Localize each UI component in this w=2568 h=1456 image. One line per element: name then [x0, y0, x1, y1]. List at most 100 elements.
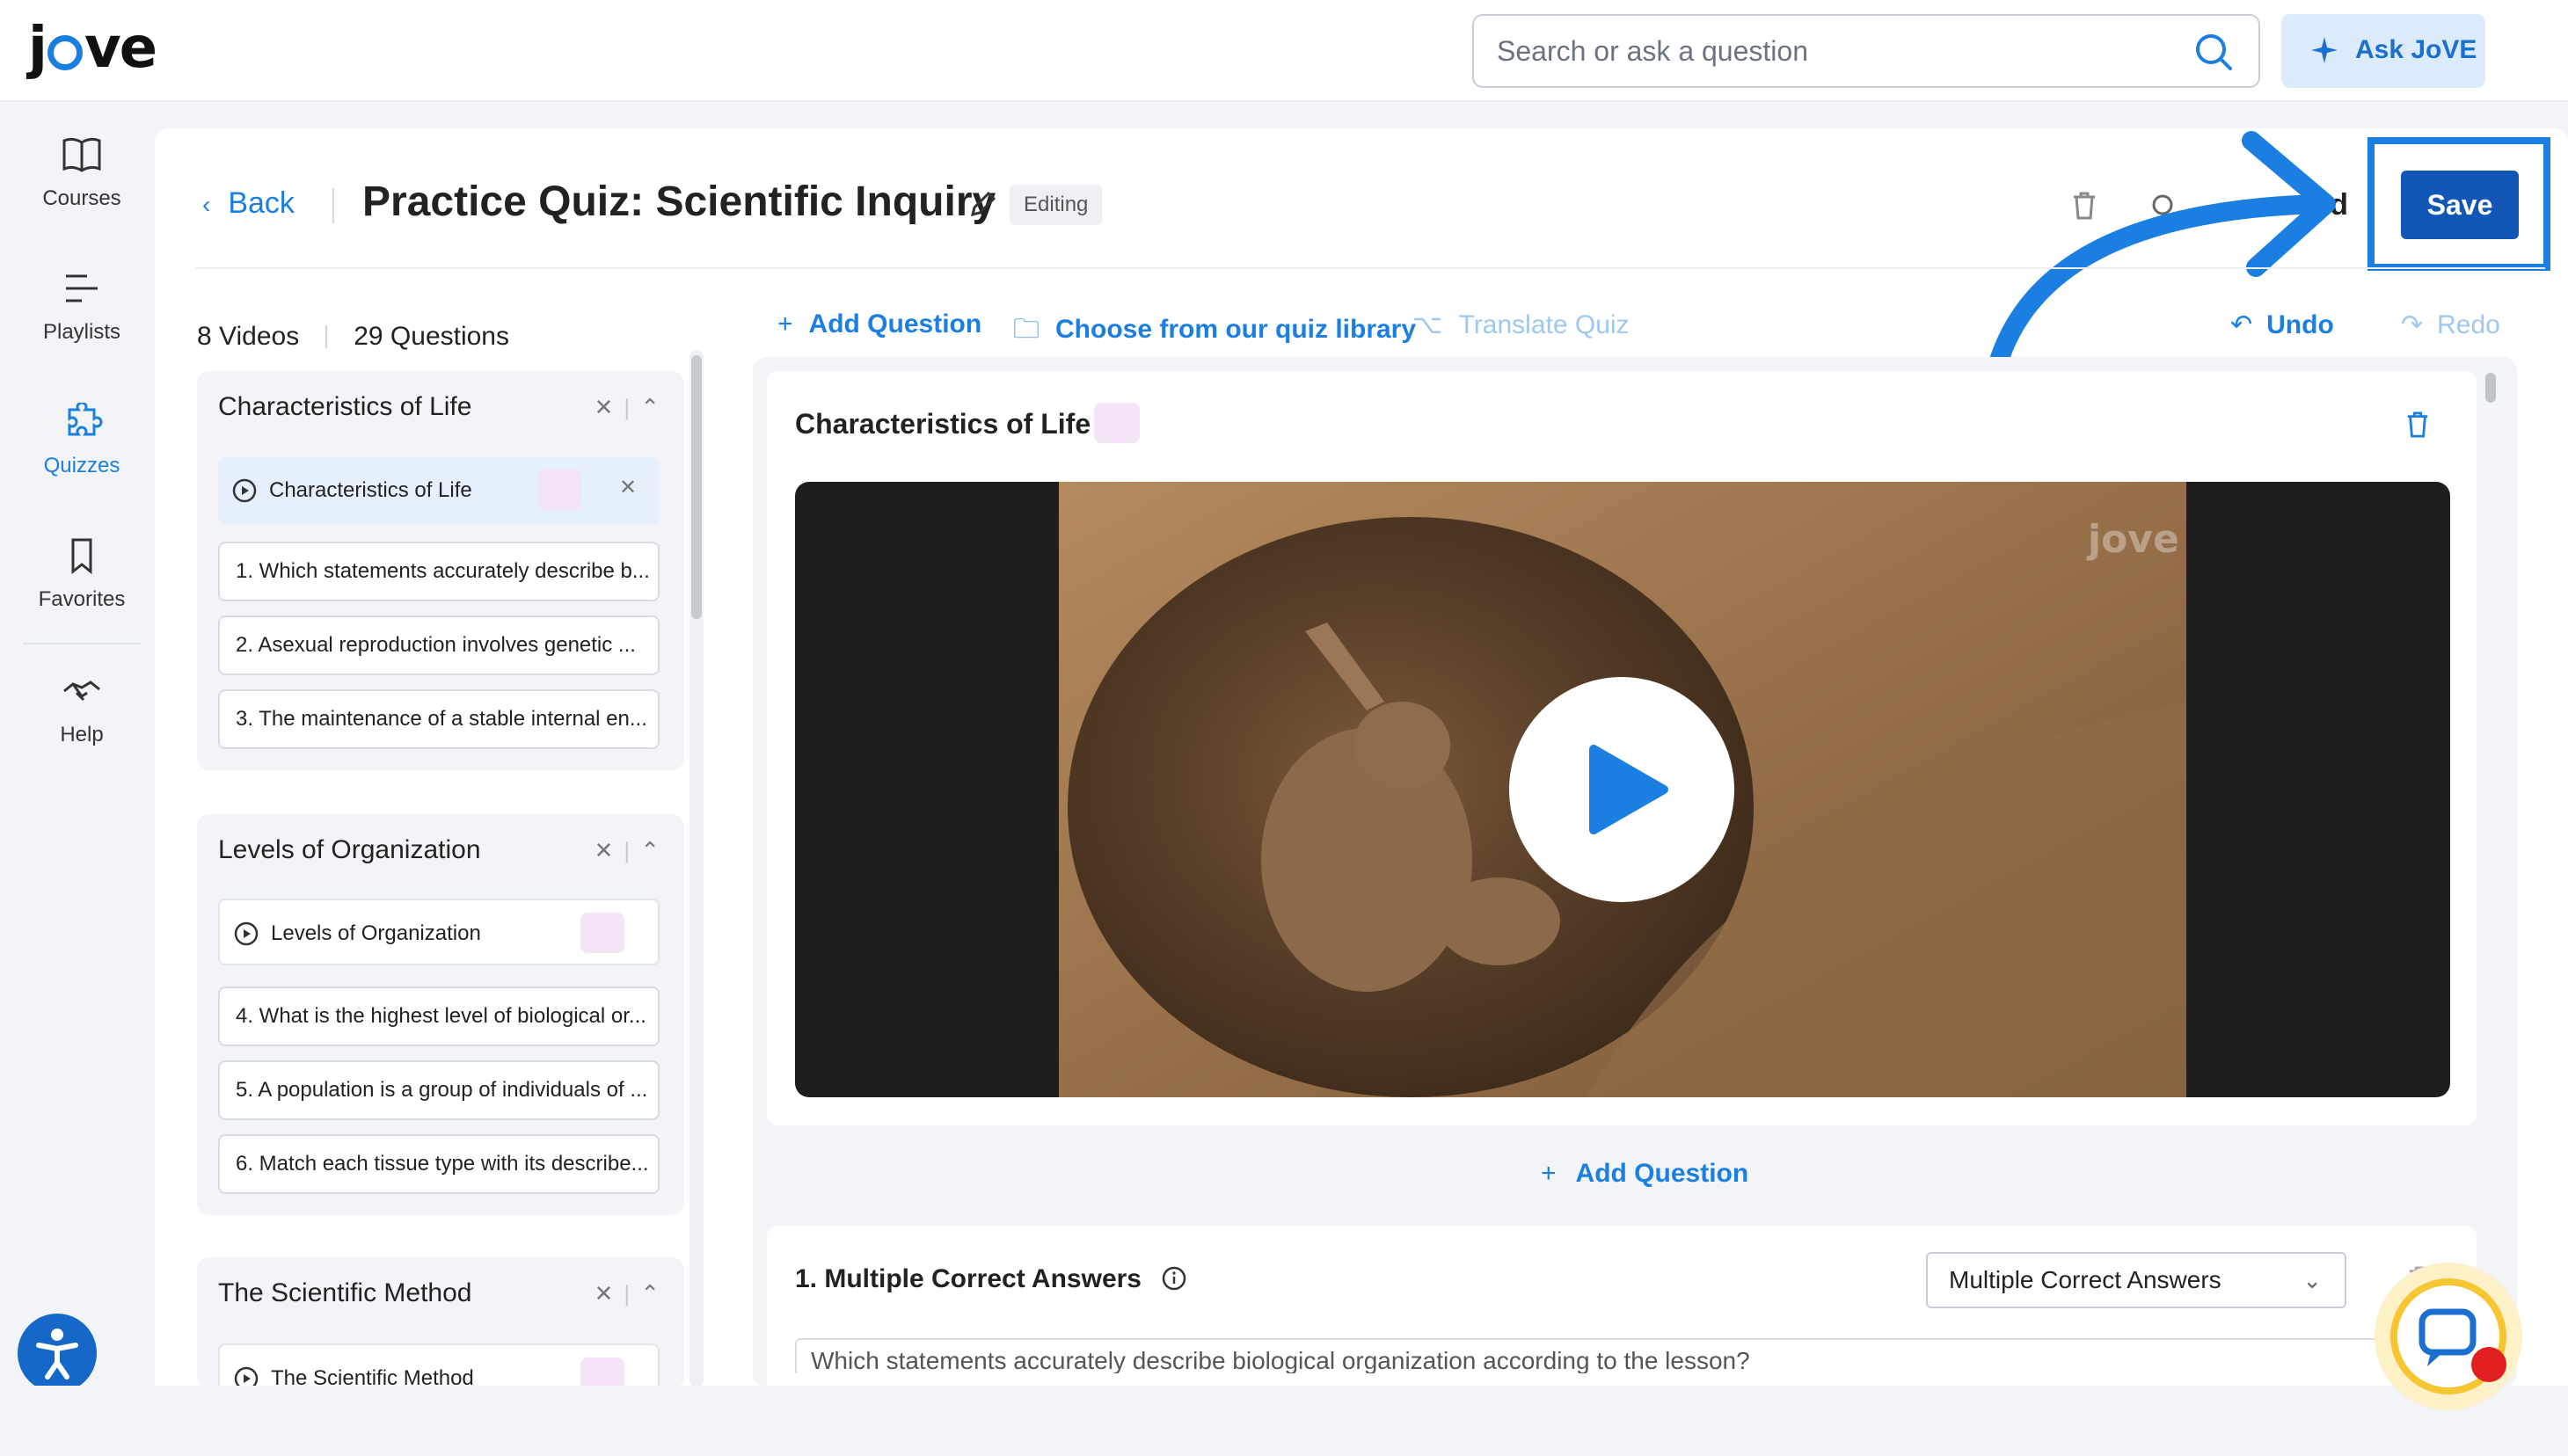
- undo-button[interactable]: ↶ Undo: [2230, 309, 2334, 340]
- search-icon[interactable]: [2193, 32, 2234, 72]
- title-divider: [332, 188, 334, 223]
- sidebar-scrollbar[interactable]: [691, 355, 702, 619]
- sparkle-icon: [2311, 37, 2338, 63]
- question-item[interactable]: 1. Which statements accurately describe …: [218, 542, 660, 601]
- plus-icon: +: [1541, 1159, 1557, 1188]
- translate-quiz-button[interactable]: ⌥ Translate Quiz: [1412, 309, 1630, 340]
- video-watermark: jove: [2086, 517, 2179, 562]
- search-input[interactable]: Search or ask a question: [1472, 14, 2260, 88]
- book-badge-icon[interactable]: [580, 913, 624, 953]
- help-handshake-icon: [63, 681, 100, 702]
- video-item[interactable]: The Scientific Method: [218, 1343, 660, 1389]
- add-question-inline-button[interactable]: + Add Question: [1541, 1159, 1748, 1189]
- chat-bubble-icon: [2390, 1278, 2506, 1394]
- annotation-arrow: [1987, 131, 2336, 379]
- video-title: Characteristics of Life: [269, 478, 472, 502]
- translate-label: Translate Quiz: [1458, 310, 1630, 339]
- edit-pencil-icon[interactable]: [967, 190, 997, 220]
- nav-courses-label: Courses: [42, 186, 121, 210]
- group-controls: ✕ | ⌃: [594, 1280, 660, 1307]
- accessibility-icon: [36, 1329, 78, 1380]
- add-question-inline-label: Add Question: [1575, 1159, 1749, 1188]
- content-scrollbar[interactable]: [2485, 373, 2496, 403]
- close-icon[interactable]: ✕: [619, 475, 637, 500]
- save-button[interactable]: Save: [2401, 171, 2519, 239]
- search-placeholder: Search or ask a question: [1497, 35, 1808, 67]
- book-icon: [62, 137, 101, 172]
- video-title: Levels of Organization: [271, 921, 481, 945]
- choose-library-button[interactable]: 🗀 Choose from our quiz library: [1013, 309, 1416, 354]
- playlist-icon: [66, 274, 98, 302]
- group-levels: Levels of Organization ✕ | ⌃ Levels of Org…: [197, 814, 684, 1215]
- translate-icon: ⌥: [1412, 310, 1443, 339]
- bookmark-icon: [71, 538, 92, 575]
- videos-count: 8 Videos: [197, 322, 300, 351]
- chat-widget-button[interactable]: [2375, 1263, 2522, 1410]
- add-question-label: Add Question: [808, 309, 982, 339]
- question-item[interactable]: 4. What is the highest level of biologic…: [218, 986, 660, 1046]
- page-title: Practice Quiz: Scientific Inquiry: [362, 178, 996, 225]
- play-icon: [1589, 745, 1668, 834]
- accessibility-button[interactable]: [18, 1314, 97, 1393]
- group-title: The Scientific Method: [218, 1278, 472, 1307]
- header-divider: [195, 267, 2545, 269]
- chevron-up-icon[interactable]: ⌃: [640, 1280, 660, 1307]
- question-title-text: 1. Multiple Correct Answers: [795, 1264, 1142, 1293]
- group-controls: ✕ | ⌃: [594, 394, 660, 420]
- delete-section-icon[interactable]: [2404, 410, 2431, 440]
- back-label: Back: [228, 186, 295, 220]
- jove-logo[interactable]: j ve: [28, 16, 157, 81]
- question-type-select[interactable]: Multiple Correct Answers ⌄: [1926, 1252, 2346, 1308]
- add-question-button[interactable]: + Add Question: [777, 309, 981, 339]
- book-badge-icon[interactable]: [580, 1358, 624, 1389]
- nav-playlists[interactable]: Playlists: [0, 269, 164, 345]
- nav-quizzes[interactable]: Quizzes: [0, 403, 164, 478]
- close-icon[interactable]: ✕: [595, 837, 614, 863]
- play-circle-icon: [232, 478, 257, 503]
- quiz-counts: 8 Videos 29 Questions: [197, 322, 509, 352]
- group-scientific-method: The Scientific Method ✕ | ⌃ The Scientific…: [197, 1257, 684, 1389]
- questions-count: 29 Questions: [354, 322, 509, 351]
- question-item[interactable]: 6. Match each tissue type with its descr…: [218, 1134, 660, 1194]
- chevron-up-icon[interactable]: ⌃: [640, 394, 660, 420]
- nav-courses[interactable]: Courses: [0, 135, 164, 211]
- chevron-up-icon[interactable]: ⌃: [640, 837, 660, 863]
- chevron-left-icon: ‹: [202, 191, 211, 218]
- nav-favorites-label: Favorites: [38, 587, 126, 611]
- nav-quizzes-label: Quizzes: [43, 454, 120, 477]
- plus-icon: +: [777, 309, 793, 339]
- video-item[interactable]: Levels of Organization: [218, 899, 660, 965]
- question-item[interactable]: 3. The maintenance of a stable internal …: [218, 689, 660, 749]
- nav-help-label: Help: [60, 723, 104, 746]
- question-type-value: Multiple Correct Answers: [1949, 1266, 2221, 1293]
- chevron-down-icon: ⌄: [2302, 1267, 2322, 1293]
- question-item[interactable]: 2. Asexual reproduction involves genetic…: [218, 615, 660, 675]
- book-badge-icon[interactable]: [1094, 403, 1140, 443]
- play-circle-icon: [234, 921, 259, 946]
- close-icon[interactable]: ✕: [595, 394, 614, 420]
- back-button[interactable]: ‹ Back: [202, 186, 295, 221]
- nav-favorites[interactable]: Favorites: [0, 536, 164, 612]
- choose-library-label: Choose from our quiz library: [1055, 315, 1417, 344]
- nav-divider: [23, 643, 141, 644]
- group-title: Levels of Organization: [218, 835, 481, 864]
- redo-label: Redo: [2437, 310, 2500, 339]
- status-badge: Editing: [1010, 185, 1103, 225]
- video-item[interactable]: Characteristics of Life ✕: [218, 457, 660, 524]
- section-title: Characteristics of Life: [795, 408, 1091, 440]
- redo-icon: ↷: [2401, 310, 2424, 339]
- question-text-field[interactable]: Which statements accurately describe bio…: [795, 1338, 2413, 1373]
- nav-playlists-label: Playlists: [42, 320, 121, 344]
- question-item[interactable]: 5. A population is a group of individual…: [218, 1060, 660, 1120]
- puzzle-icon: [68, 403, 103, 436]
- info-icon[interactable]: [1161, 1265, 1187, 1292]
- close-icon[interactable]: ✕: [595, 1280, 614, 1307]
- video-player[interactable]: jove: [795, 482, 2450, 1097]
- question-title: 1. Multiple Correct Answers: [795, 1264, 1187, 1294]
- play-button[interactable]: [1509, 677, 1734, 902]
- undo-icon: ↶: [2230, 310, 2253, 339]
- redo-button[interactable]: ↷ Redo: [2401, 309, 2500, 340]
- ask-jove-button[interactable]: Ask JoVE: [2281, 14, 2485, 88]
- book-badge-icon[interactable]: [538, 470, 582, 510]
- nav-help[interactable]: Help: [0, 672, 164, 747]
